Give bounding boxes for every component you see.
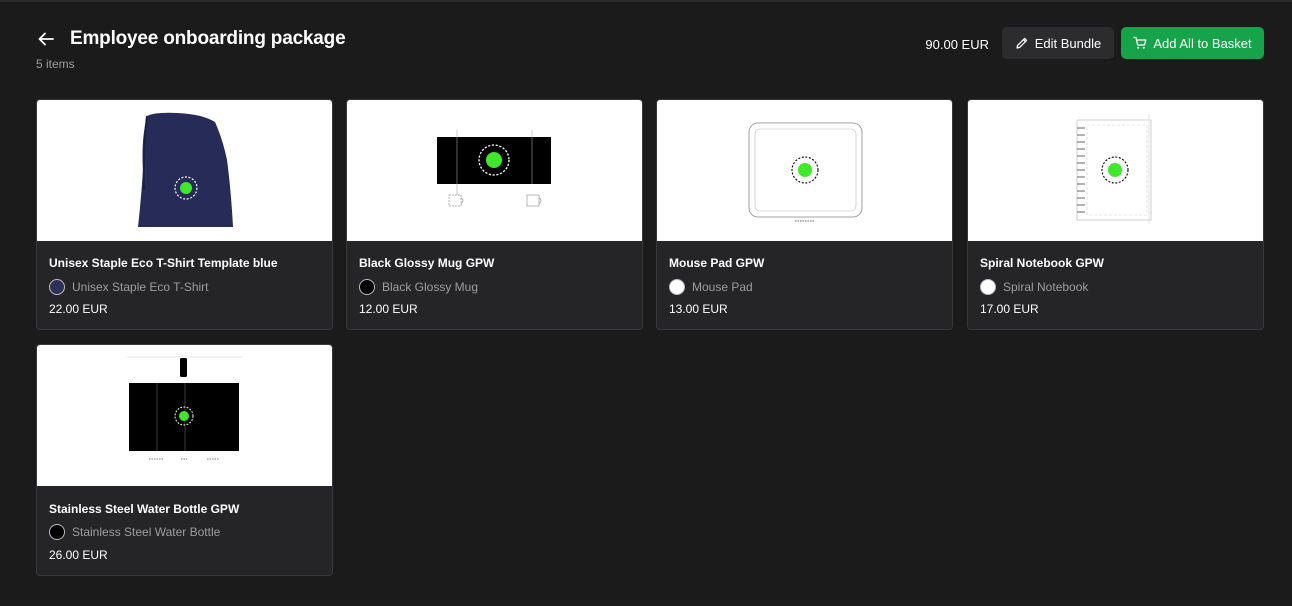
bundle-total: 90.00 EUR [925, 37, 989, 52]
product-card-mug[interactable]: Black Glossy Mug GPW Black Glossy Mug 12… [346, 99, 643, 330]
color-swatch [49, 279, 65, 295]
color-swatch [359, 279, 375, 295]
product-image-tshirt [37, 100, 332, 241]
product-price: 12.00 EUR [359, 302, 418, 316]
product-price: 13.00 EUR [669, 302, 728, 316]
add-all-to-basket-button[interactable]: Add All to Basket [1121, 27, 1264, 59]
product-title: Stainless Steel Water Bottle GPW [49, 502, 240, 516]
product-card-tshirt[interactable]: Unisex Staple Eco T-Shirt Template blue … [36, 99, 333, 330]
color-swatch [669, 279, 685, 295]
color-swatch [980, 279, 996, 295]
back-button[interactable] [36, 29, 56, 49]
product-image-mug [347, 100, 642, 241]
product-image-mouse-pad [657, 100, 952, 241]
pencil-icon [1016, 37, 1027, 49]
product-variant: Stainless Steel Water Bottle [72, 525, 221, 539]
product-price: 22.00 EUR [49, 302, 108, 316]
edit-bundle-label: Edit Bundle [1034, 35, 1102, 51]
product-image-water-bottle [37, 345, 332, 486]
product-title: Black Glossy Mug GPW [359, 256, 495, 270]
product-variant: Black Glossy Mug [382, 280, 479, 294]
product-card-notebook[interactable]: Spiral Notebook GPW Spiral Notebook 17.0… [967, 99, 1264, 330]
product-variant: Spiral Notebook [1003, 280, 1089, 294]
page-header: Employee onboarding package 5 items 90.0… [36, 27, 1264, 77]
product-card-water-bottle[interactable]: Stainless Steel Water Bottle GPW Stainle… [36, 344, 333, 576]
product-title: Unisex Staple Eco T-Shirt Template blue [49, 256, 278, 270]
arrow-left-icon [38, 32, 54, 46]
product-image-notebook [968, 100, 1263, 241]
product-price: 17.00 EUR [980, 302, 1039, 316]
product-variant: Unisex Staple Eco T-Shirt [72, 280, 209, 294]
product-variant: Mouse Pad [692, 280, 753, 294]
color-swatch [49, 524, 65, 540]
product-title: Mouse Pad GPW [669, 256, 765, 270]
item-count: 5 items [36, 57, 75, 71]
page-title: Employee onboarding package [70, 28, 346, 49]
shopping-cart-icon [1133, 36, 1147, 49]
add-all-to-basket-label: Add All to Basket [1153, 35, 1252, 51]
product-price: 26.00 EUR [49, 548, 108, 562]
edit-bundle-button[interactable]: Edit Bundle [1002, 27, 1114, 59]
product-card-mouse-pad[interactable]: Mouse Pad GPW Mouse Pad 13.00 EUR [656, 99, 953, 330]
top-border [0, 0, 1292, 2]
product-title: Spiral Notebook GPW [980, 256, 1105, 270]
